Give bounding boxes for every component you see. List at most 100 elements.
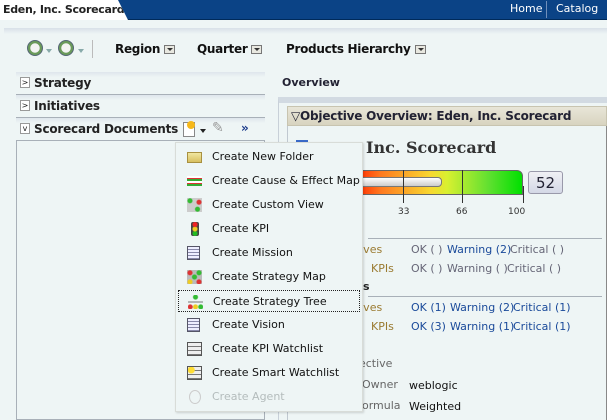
tick-label: 33 xyxy=(398,207,410,217)
menu-item-create-custom-view[interactable]: Create Custom View xyxy=(178,194,360,216)
formula-value: Weighted xyxy=(409,400,462,413)
menu-item-create-mission[interactable]: Create Mission xyxy=(178,242,360,264)
status-critical-link[interactable]: Critical (1) xyxy=(513,301,571,314)
owner-value: weblogic xyxy=(409,379,458,392)
app-title: Eden, Inc. Scorecard xyxy=(0,0,128,20)
section-heading: s xyxy=(363,280,370,293)
menu-item-label: Create Smart Watchlist xyxy=(212,366,340,379)
menu-item-label: Create New Folder xyxy=(212,150,314,163)
custom-view-icon xyxy=(187,198,202,212)
status-critical: Critical ( ) xyxy=(510,243,565,256)
gauge-tick xyxy=(523,186,524,203)
status-warning-link[interactable]: Warning (2) xyxy=(447,243,511,256)
kpi-watchlist-icon xyxy=(187,342,202,356)
menu-item-label: Create KPI Watchlist xyxy=(212,342,324,355)
filter-label: Products Hierarchy xyxy=(286,42,411,56)
tick-label: 66 xyxy=(456,207,468,217)
folder-icon xyxy=(187,152,202,163)
smart-watchlist-icon xyxy=(187,366,202,380)
scorecard-title: Inc. Scorecard xyxy=(366,138,497,157)
menu-item-label: Create KPI xyxy=(212,222,270,235)
divider xyxy=(368,296,602,297)
menu-item-create-kpi-watchlist[interactable]: Create KPI Watchlist xyxy=(178,338,360,360)
history-forward-icon[interactable] xyxy=(58,40,74,56)
menu-item-create-strategy-map[interactable]: Create Strategy Map xyxy=(178,266,360,288)
objective-panel-header[interactable]: ▽Objective Overview: Eden, Inc. Scorecar… xyxy=(287,106,607,126)
document-icon xyxy=(187,318,200,332)
create-menu: Create New Folder Create Cause & Effect … xyxy=(175,142,363,412)
menu-item-create-kpi[interactable]: Create KPI xyxy=(178,218,360,240)
row-label: KPIs xyxy=(371,320,394,333)
dropdown-icon[interactable] xyxy=(164,45,176,54)
accordion-scorecard-documents[interactable]: v Scorecard Documents ✎ » xyxy=(16,118,265,141)
section-label: Scorecard Documents xyxy=(34,122,179,136)
chevron-right-icon[interactable]: > xyxy=(20,100,30,111)
document-icon xyxy=(187,246,200,260)
divider xyxy=(92,40,93,58)
gauge-tick xyxy=(462,170,463,203)
quarter-filter[interactable]: Quarter xyxy=(197,42,263,56)
menu-item-create-smart-watchlist[interactable]: Create Smart Watchlist xyxy=(178,362,360,384)
dropdown-icon[interactable] xyxy=(414,45,426,54)
menu-item-label: Create Agent xyxy=(212,390,285,403)
home-link[interactable]: Home xyxy=(510,2,542,15)
traffic-light-icon xyxy=(191,222,199,236)
strategy-map-icon xyxy=(187,270,202,284)
gauge-tick xyxy=(403,170,404,203)
toolbar-background xyxy=(4,28,607,34)
chevron-down-icon[interactable]: v xyxy=(20,123,30,134)
tick-label: 100 xyxy=(508,207,526,217)
catalog-link[interactable]: Catalog xyxy=(556,2,598,15)
menu-item-label: Create Strategy Tree xyxy=(213,295,327,308)
menu-item-label: Create Cause & Effect Map xyxy=(212,174,360,187)
more-icon[interactable]: » xyxy=(241,121,249,135)
menu-item-label: Create Vision xyxy=(212,318,285,331)
cause-effect-map-icon xyxy=(187,176,202,186)
filter-label: Region xyxy=(115,42,161,56)
filter-label: Quarter xyxy=(197,42,248,56)
products-hierarchy-filter[interactable]: Products Hierarchy xyxy=(286,42,426,56)
section-label: Initiatives xyxy=(34,99,100,113)
chevron-down-icon[interactable] xyxy=(200,129,206,136)
section-label: Strategy xyxy=(34,76,92,90)
history-back-icon[interactable] xyxy=(27,40,43,56)
row-label: KPIs xyxy=(371,262,394,275)
gauge-bar xyxy=(355,177,443,187)
chevron-down-icon[interactable] xyxy=(78,49,84,56)
panel-title: Objective Overview: Eden, Inc. Scorecard xyxy=(300,109,572,123)
divider xyxy=(368,238,602,239)
strategy-tree-icon xyxy=(188,295,203,309)
dropdown-icon[interactable] xyxy=(251,45,263,54)
divider xyxy=(546,1,547,18)
chevron-right-icon[interactable]: > xyxy=(20,77,30,88)
owner-label: Owner xyxy=(362,378,398,391)
chevron-down-icon[interactable] xyxy=(46,49,52,56)
accordion-strategy[interactable]: > Strategy xyxy=(16,72,265,95)
formula-label: ormula xyxy=(362,399,401,412)
edit-pencil-icon[interactable]: ✎ xyxy=(212,120,224,136)
accordion-initiatives[interactable]: > Initiatives xyxy=(16,95,265,118)
menu-item-create-new-folder[interactable]: Create New Folder xyxy=(178,146,360,168)
status-warning-link[interactable]: Warning (1) xyxy=(450,320,514,333)
status-ok: OK ( ) xyxy=(411,262,443,275)
score-value: 52 xyxy=(528,171,563,194)
tab-overview[interactable]: Overview xyxy=(282,76,340,89)
region-filter[interactable]: Region xyxy=(115,42,176,56)
status-warning: Warning ( ) xyxy=(447,262,508,275)
status-ok-link[interactable]: OK (3) xyxy=(411,320,446,333)
menu-item-create-strategy-tree[interactable]: Create Strategy Tree xyxy=(178,290,360,312)
agent-icon xyxy=(189,390,201,404)
menu-item-label: Create Custom View xyxy=(212,198,324,211)
status-ok-link[interactable]: OK (1) xyxy=(411,301,446,314)
menu-item-create-agent: Create Agent xyxy=(178,386,360,408)
menu-item-label: Create Strategy Map xyxy=(212,270,326,283)
status-ok: OK ( ) xyxy=(411,243,443,256)
new-item-icon[interactable] xyxy=(183,121,195,137)
menu-item-create-vision[interactable]: Create Vision xyxy=(178,314,360,336)
collapse-icon[interactable]: ▽ xyxy=(291,109,300,123)
sparkle-icon xyxy=(187,121,195,129)
menu-item-label: Create Mission xyxy=(212,246,293,259)
status-warning-link[interactable]: Warning (2) xyxy=(450,301,514,314)
status-critical-link[interactable]: Critical (1) xyxy=(513,320,571,333)
menu-item-create-cause-effect-map[interactable]: Create Cause & Effect Map xyxy=(178,170,360,192)
